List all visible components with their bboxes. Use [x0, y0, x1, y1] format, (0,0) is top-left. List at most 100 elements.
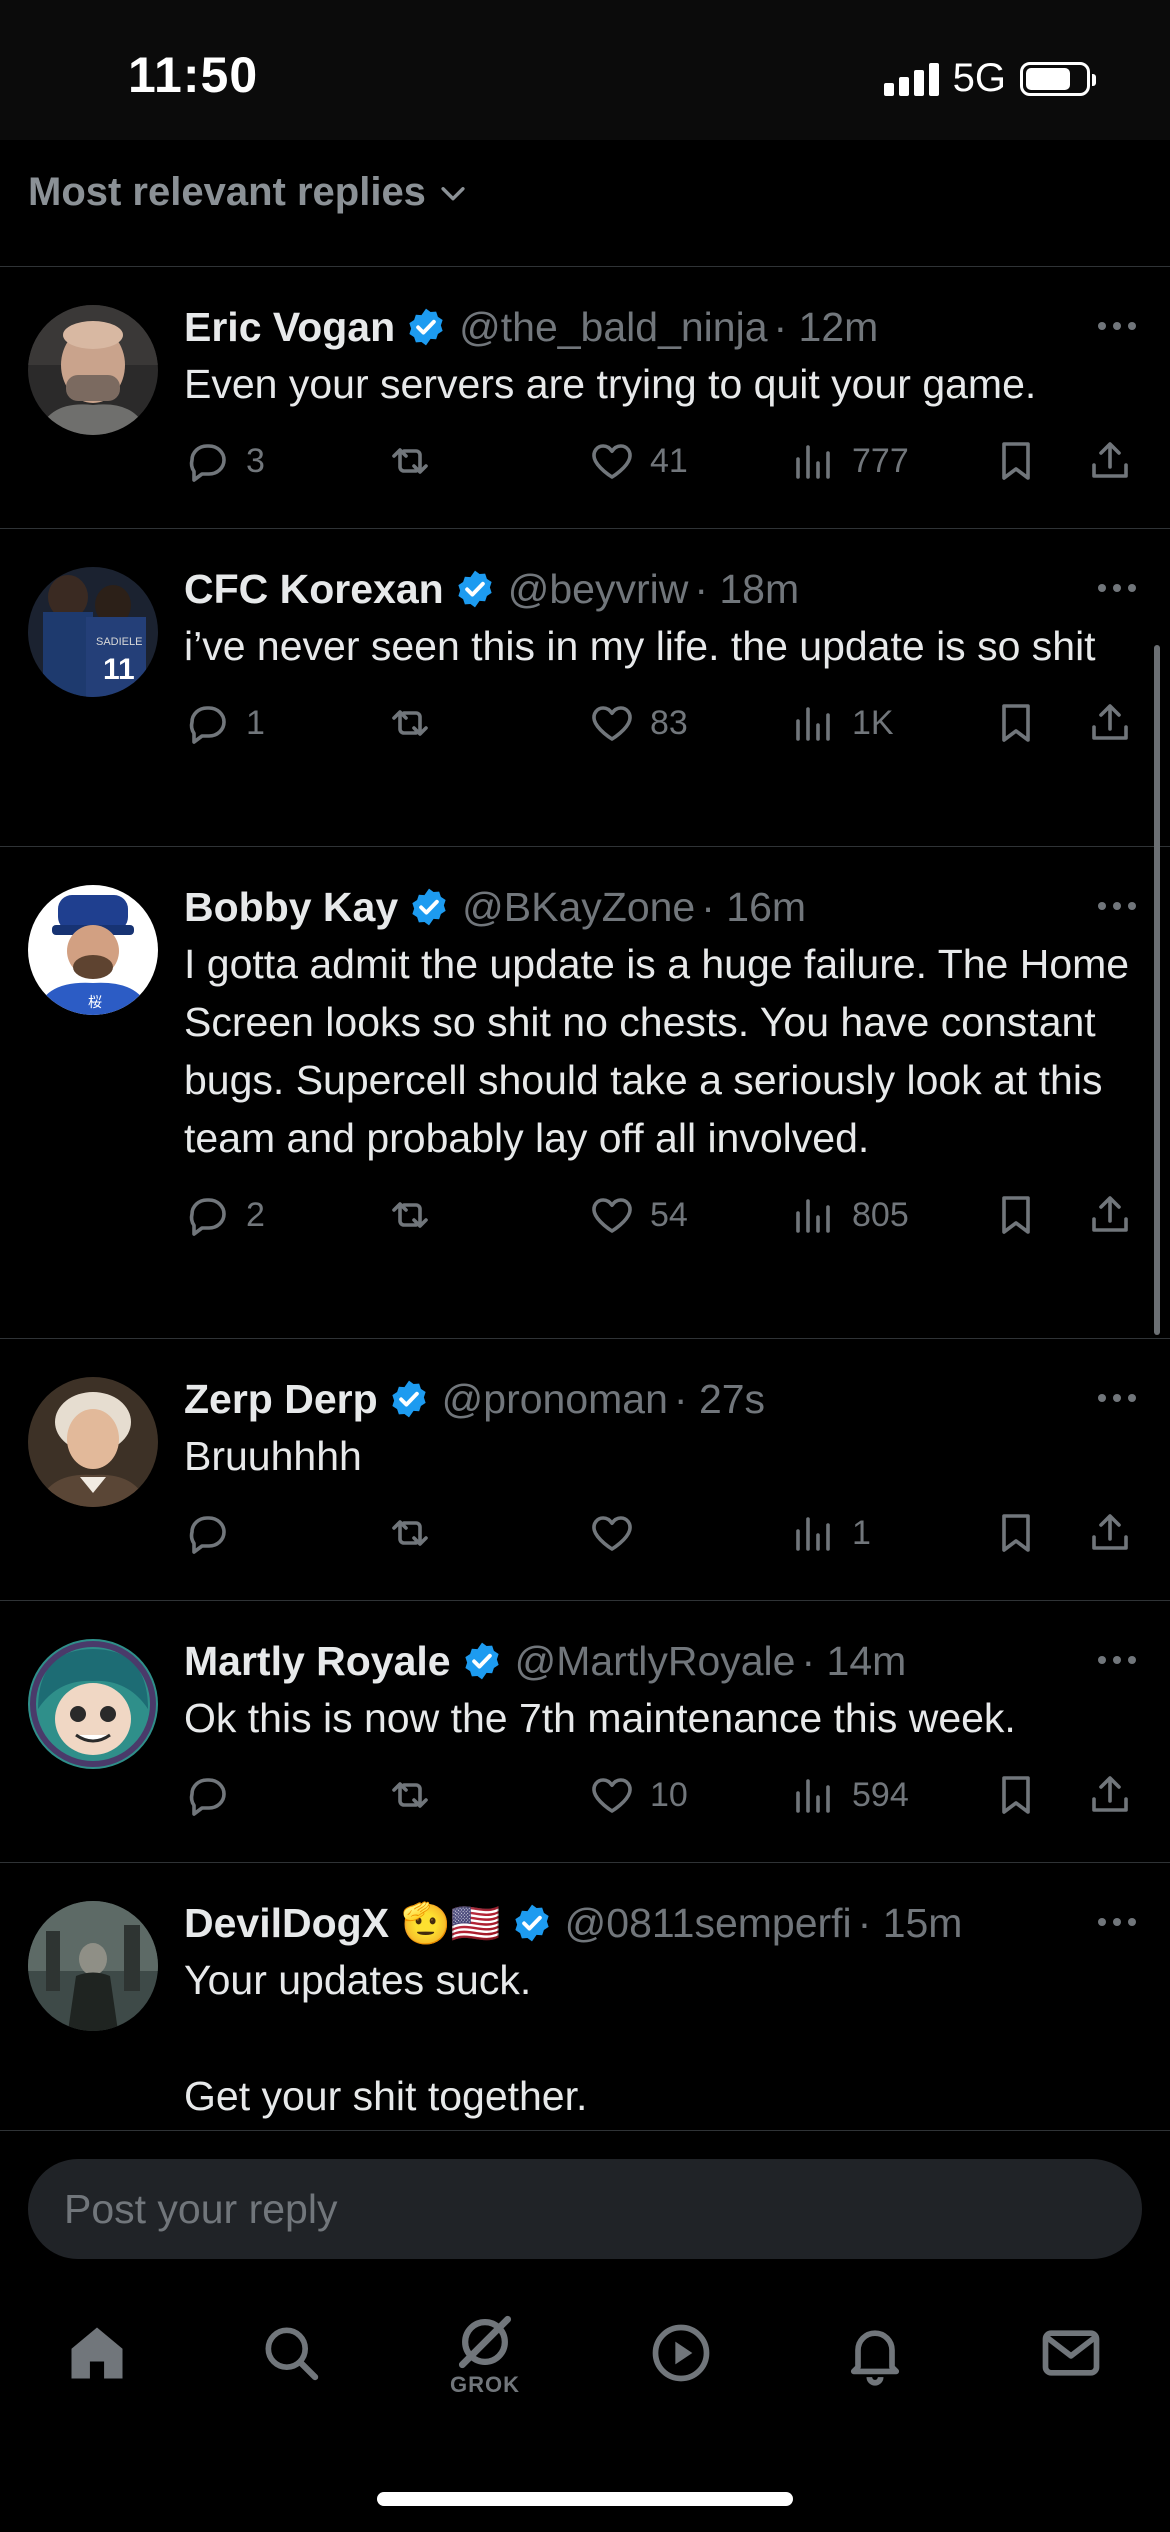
like-button[interactable] [588, 1509, 650, 1557]
reply-button[interactable]: 2 [184, 1191, 265, 1239]
display-name[interactable]: DevilDogX [184, 1900, 389, 1947]
verified-badge-icon [515, 1904, 549, 1942]
display-name[interactable]: CFC Korexan [184, 566, 444, 613]
bookmark-button[interactable] [992, 437, 1040, 485]
share-button[interactable] [1086, 437, 1134, 485]
bookmark-button[interactable] [992, 1191, 1040, 1239]
tab-messages[interactable] [1016, 2298, 1126, 2408]
reply-text: Your updates suck. Get your shit togethe… [184, 1957, 588, 2119]
views-icon [796, 1199, 830, 1233]
replies-feed[interactable]: Eric Vogan @the_bald_ninja · 12m Even yo… [0, 267, 1170, 2130]
action-bar: 1 83 1K [184, 693, 1140, 753]
more-options-icon[interactable] [1094, 1645, 1140, 1675]
more-options-icon[interactable] [1094, 1383, 1140, 1413]
avatar[interactable]: 桜 [28, 885, 158, 1015]
reply-button[interactable]: 3 [184, 437, 265, 485]
bookmark-button[interactable] [992, 699, 1040, 747]
repost-button[interactable] [386, 1771, 434, 1819]
views-icon [796, 707, 830, 741]
reply-header: Zerp Derp @pronoman · 27s [184, 1369, 1140, 1429]
heart-icon [592, 1778, 632, 1813]
like-button[interactable]: 10 [588, 1771, 688, 1819]
like-button[interactable]: 83 [588, 699, 688, 747]
display-name[interactable]: Eric Vogan [184, 304, 395, 351]
handle[interactable]: @0811semperfi [565, 1900, 852, 1947]
more-options-icon[interactable] [1094, 573, 1140, 603]
more-options-icon[interactable] [1094, 311, 1140, 341]
tab-search[interactable] [236, 2298, 346, 2408]
more-options-icon[interactable] [1094, 891, 1140, 921]
like-button[interactable]: 41 [588, 437, 688, 485]
handle[interactable]: @MartlyRoyale [515, 1638, 796, 1685]
reply-item[interactable]: Zerp Derp @pronoman · 27s Bruuhhhh 1 [0, 1339, 1170, 1601]
reply-item[interactable]: 11 SADIELE CFC Korexan @beyvriw · 18m i’… [0, 529, 1170, 847]
like-count: 54 [650, 1195, 688, 1234]
reply-item[interactable]: DevilDogX 🫡🇺🇸 @0811semperfi · 15m Your u… [0, 1863, 1170, 2130]
avatar[interactable] [28, 305, 158, 435]
video-icon [652, 2324, 710, 2382]
reply-item[interactable]: 桜 Bobby Kay @BKayZone · 16m I gotta admi… [0, 847, 1170, 1339]
reply-button[interactable]: 1 [184, 699, 265, 747]
verified-badge-icon [392, 1380, 426, 1418]
heart-icon [592, 1198, 632, 1233]
repost-button[interactable] [386, 1191, 434, 1239]
messages-icon [1042, 2330, 1100, 2376]
scroll-indicator[interactable] [1154, 645, 1160, 1335]
handle[interactable]: @BKayZone [462, 884, 695, 931]
avatar[interactable] [28, 1901, 158, 2031]
search-icon [265, 2327, 319, 2381]
more-options-icon[interactable] [1094, 1907, 1140, 1937]
handle[interactable]: @pronoman [442, 1376, 668, 1423]
bookmark-icon [1002, 1514, 1030, 1552]
views-button[interactable]: 777 [790, 437, 909, 485]
display-name[interactable]: Zerp Derp [184, 1376, 378, 1423]
comment-icon [189, 1198, 226, 1236]
heart-icon [592, 444, 632, 479]
share-button[interactable] [1086, 1191, 1134, 1239]
views-button[interactable]: 1 [790, 1509, 871, 1557]
avatar[interactable]: 11 SADIELE [28, 567, 158, 697]
display-name[interactable]: Bobby Kay [184, 884, 398, 931]
reply-header: Eric Vogan @the_bald_ninja · 12m [184, 297, 1140, 357]
reply-content: Zerp Derp @pronoman · 27s Bruuhhhh 1 [184, 1369, 1140, 1563]
repost-icon [392, 1202, 428, 1228]
handle[interactable]: @beyvriw [508, 566, 689, 613]
tab-home[interactable] [42, 2298, 152, 2408]
home-indicator[interactable] [377, 2492, 793, 2506]
share-button[interactable] [1086, 1509, 1134, 1557]
like-button[interactable]: 54 [588, 1191, 688, 1239]
tab-grok[interactable]: GROK [430, 2298, 540, 2408]
repost-button[interactable] [386, 1509, 434, 1557]
reply-input[interactable] [28, 2159, 1142, 2259]
avatar[interactable] [28, 1639, 158, 1769]
like-count: 41 [650, 441, 688, 480]
views-button[interactable]: 594 [790, 1771, 909, 1819]
reply-item[interactable]: Martly Royale @MartlyRoyale · 14m Ok thi… [0, 1601, 1170, 1863]
bookmark-button[interactable] [992, 1509, 1040, 1557]
repost-button[interactable] [386, 699, 434, 747]
timestamp: · 27s [673, 1375, 766, 1422]
action-bar: 2 54 805 [184, 1185, 1140, 1245]
reply-button[interactable] [184, 1771, 246, 1819]
sort-dropdown[interactable]: Most relevant replies [28, 170, 470, 215]
views-button[interactable]: 805 [790, 1191, 909, 1239]
views-button[interactable]: 1K [790, 699, 894, 747]
handle[interactable]: @the_bald_ninja [459, 304, 767, 351]
share-button[interactable] [1086, 1771, 1134, 1819]
tab-video[interactable] [626, 2298, 736, 2408]
bookmark-button[interactable] [992, 1771, 1040, 1819]
display-name[interactable]: Martly Royale [184, 1638, 451, 1685]
reply-content: Martly Royale @MartlyRoyale · 14m Ok thi… [184, 1631, 1140, 1825]
share-button[interactable] [1086, 699, 1134, 747]
repost-button[interactable] [386, 437, 434, 485]
notifications-icon [850, 2330, 900, 2386]
views-count: 1 [852, 1513, 871, 1552]
grok-icon [458, 2315, 512, 2369]
name-emoji: 🫡🇺🇸 [401, 1901, 501, 1946]
reply-item[interactable]: Eric Vogan @the_bald_ninja · 12m Even yo… [0, 267, 1170, 529]
svg-text:SADIELE: SADIELE [96, 636, 142, 648]
avatar[interactable] [28, 1377, 158, 1507]
reply-button[interactable] [184, 1509, 246, 1557]
views-count: 777 [852, 441, 909, 480]
tab-notifications[interactable] [820, 2298, 930, 2408]
